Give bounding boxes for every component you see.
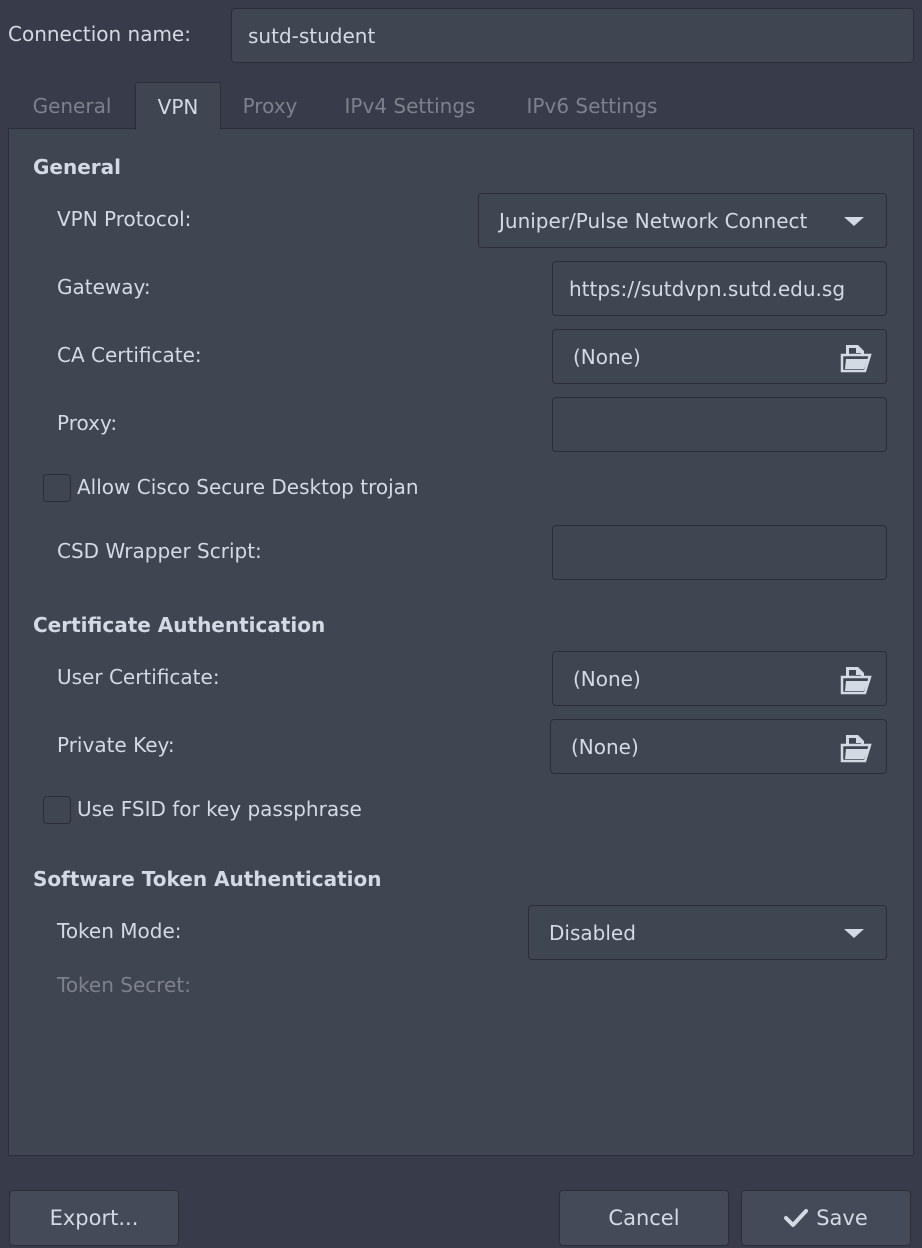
tab-vpn[interactable]: VPN — [135, 82, 221, 130]
csd-wrapper-label: CSD Wrapper Script: — [57, 539, 262, 563]
export-button[interactable]: Export... — [9, 1190, 179, 1246]
csd-trojan-checkbox[interactable] — [43, 474, 71, 502]
token-mode-value: Disabled — [549, 920, 636, 945]
tab-ipv4-settings[interactable]: IPv4 Settings — [330, 82, 490, 130]
private-key-chooser[interactable]: (None) — [550, 719, 887, 774]
proxy-input[interactable] — [552, 397, 887, 452]
token-secret-label: Token Secret: — [57, 973, 191, 997]
chevron-down-icon — [844, 216, 864, 226]
tab-proxy[interactable]: Proxy — [226, 82, 314, 130]
csd-wrapper-input[interactable] — [552, 525, 887, 580]
vpn-protocol-value: Juniper/Pulse Network Connect — [499, 208, 808, 233]
connection-name-input[interactable]: sutd-student — [231, 8, 914, 63]
token-mode-dropdown[interactable]: Disabled — [528, 905, 887, 960]
cancel-button[interactable]: Cancel — [559, 1190, 729, 1246]
connection-name-label: Connection name: — [8, 22, 191, 46]
csd-trojan-label: Allow Cisco Secure Desktop trojan — [77, 475, 419, 499]
vpn-settings-panel: General VPN Protocol: Juniper/Pulse Netw… — [8, 128, 914, 1156]
token-auth-section-heading: Software Token Authentication — [33, 867, 382, 891]
ca-certificate-chooser[interactable]: (None) — [552, 329, 887, 384]
user-certificate-chooser[interactable]: (None) — [552, 651, 887, 706]
user-certificate-label: User Certificate: — [57, 665, 220, 689]
ca-certificate-value: (None) — [573, 344, 641, 369]
user-certificate-value: (None) — [573, 666, 641, 691]
cert-auth-section-heading: Certificate Authentication — [33, 613, 326, 637]
token-mode-label: Token Mode: — [57, 919, 182, 943]
folder-open-icon — [840, 344, 872, 372]
save-button[interactable]: Save — [741, 1190, 911, 1246]
vpn-protocol-dropdown[interactable]: Juniper/Pulse Network Connect — [478, 193, 887, 248]
fsid-checkbox[interactable] — [43, 796, 71, 824]
private-key-label: Private Key: — [57, 733, 175, 757]
folder-open-icon — [840, 734, 872, 762]
checkmark-icon — [784, 1209, 809, 1227]
save-button-label: Save — [816, 1206, 868, 1230]
general-section-heading: General — [33, 155, 121, 179]
fsid-label: Use FSID for key passphrase — [77, 797, 362, 821]
tab-general[interactable]: General — [14, 82, 130, 130]
gateway-input[interactable]: https://sutdvpn.sutd.edu.sg — [552, 261, 887, 316]
folder-open-icon — [840, 666, 872, 694]
private-key-value: (None) — [571, 734, 639, 759]
tab-ipv6-settings[interactable]: IPv6 Settings — [512, 82, 672, 130]
ca-certificate-label: CA Certificate: — [57, 343, 202, 367]
vpn-protocol-label: VPN Protocol: — [57, 207, 192, 231]
gateway-label: Gateway: — [57, 275, 151, 299]
chevron-down-icon — [844, 928, 864, 938]
proxy-label: Proxy: — [57, 411, 118, 435]
